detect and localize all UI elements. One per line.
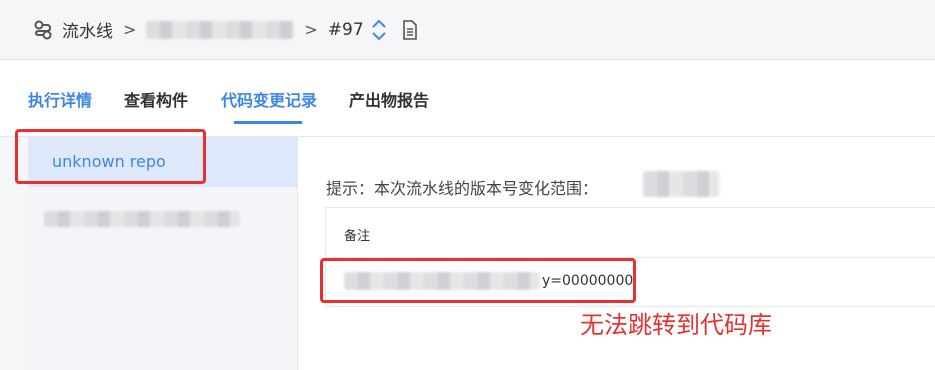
tab-execution-details[interactable]: 执行详情 — [28, 87, 92, 111]
chevron-right-icon: > — [304, 20, 318, 39]
breadcrumb: 流水线 > > #97 — [0, 0, 935, 60]
build-number: #97 — [327, 19, 364, 40]
version-range-redacted — [643, 171, 719, 197]
table-header: 备注 — [326, 208, 935, 258]
document-icon[interactable] — [402, 19, 418, 40]
tab-code-changes[interactable]: 代码变更记录 — [221, 87, 317, 111]
tab-view-artifacts[interactable]: 查看构件 — [124, 87, 188, 111]
annotation-box-commit — [320, 258, 636, 303]
chevron-right-icon: > — [123, 20, 137, 39]
switch-build-icon[interactable] — [370, 18, 388, 42]
tab-bar: 执行详情 查看构件 代码变更记录 产出物报告 — [0, 61, 935, 137]
active-tab-indicator — [234, 121, 302, 124]
pipeline-detail-page: 流水线 > > #97 执行详情 查看构件 代码变更记录 产出物报告 unkno… — [0, 0, 935, 370]
breadcrumb-pipeline-link[interactable]: 流水线 — [62, 17, 113, 42]
annotation-box-repo — [15, 129, 206, 184]
sidebar-item-redacted[interactable] — [44, 211, 240, 227]
column-header-remark: 备注 — [344, 229, 371, 244]
version-range-hint: 提示：本次流水线的版本号变化范围： — [326, 179, 599, 198]
annotation-text: 无法跳转到代码库 — [580, 311, 772, 339]
pipeline-name-redacted[interactable] — [146, 20, 295, 39]
tab-output-report[interactable]: 产出物报告 — [349, 87, 429, 111]
pipeline-icon — [34, 20, 52, 39]
